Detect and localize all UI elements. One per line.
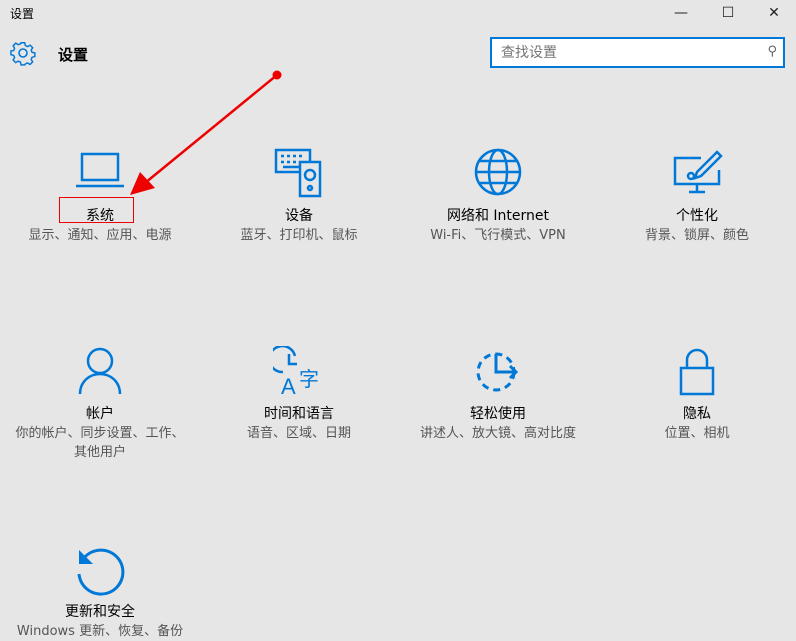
minimize-button[interactable]: — — [658, 0, 704, 26]
tile-network[interactable]: 网络和 Internet Wi-Fi、飞行模式、VPN — [398, 148, 598, 245]
tile-desc: 蓝牙、打印机、鼠标 — [240, 228, 358, 243]
tile-personalization[interactable]: 个性化 背景、锁屏、颜色 — [597, 148, 796, 245]
tile-name: 轻松使用 — [470, 406, 526, 422]
page-title: 设置 — [58, 46, 89, 64]
title-bar: 设置 — ☐ ✕ — [0, 0, 796, 26]
tile-name: 隐私 — [683, 406, 711, 422]
gear-icon — [10, 42, 36, 66]
tile-accounts[interactable]: 帐户 你的帐户、同步设置、工作、其他用户 — [0, 346, 200, 462]
laptop-icon — [76, 152, 124, 188]
tile-privacy[interactable]: 隐私 位置、相机 — [597, 346, 796, 443]
tile-ease-of-access[interactable]: 轻松使用 讲述人、放大镜、高对比度 — [398, 346, 598, 443]
tile-desc: 背景、锁屏、颜色 — [644, 228, 749, 243]
person-icon — [78, 347, 122, 395]
tile-name: 设备 — [285, 208, 313, 224]
search-icon[interactable]: ⚲ — [767, 44, 777, 59]
tile-desc: Windows 更新、恢复、备份 — [16, 624, 184, 639]
personalization-icon — [673, 150, 723, 194]
close-button[interactable]: ✕ — [751, 0, 796, 26]
svg-text:A: A — [281, 374, 296, 398]
ease-of-access-icon — [476, 352, 519, 392]
maximize-button[interactable]: ☐ — [705, 0, 751, 26]
tile-desc: 显示、通知、应用、电源 — [28, 228, 172, 243]
time-language-icon: A字 — [273, 346, 319, 398]
tile-devices[interactable]: 设备 蓝牙、打印机、鼠标 — [199, 148, 399, 245]
tile-desc: 位置、相机 — [664, 426, 730, 441]
tile-name: 更新和安全 — [65, 604, 135, 620]
search-box[interactable]: ⚲ — [490, 37, 785, 68]
search-input[interactable] — [492, 39, 752, 66]
tile-name: 网络和 Internet — [446, 208, 550, 224]
annotation-highlight-box — [59, 197, 134, 223]
devices-icon — [274, 148, 322, 198]
tile-time-language[interactable]: A字 时间和语言 语音、区域、日期 — [199, 346, 399, 443]
globe-icon — [474, 148, 522, 196]
tile-desc: 语音、区域、日期 — [246, 426, 351, 441]
tile-name: 个性化 — [676, 208, 718, 224]
tile-desc: Wi-Fi、飞行模式、VPN — [430, 228, 566, 243]
refresh-icon — [77, 548, 125, 596]
tile-desc: 你的帐户、同步设置、工作、其他用户 — [15, 426, 185, 460]
svg-text:字: 字 — [299, 367, 319, 391]
window-title: 设置 — [10, 7, 35, 21]
tile-desc: 讲述人、放大镜、高对比度 — [419, 426, 576, 441]
annotation-arrow-icon — [130, 70, 282, 195]
tile-name: 帐户 — [86, 406, 114, 422]
lock-icon — [679, 348, 715, 396]
tile-name: 时间和语言 — [264, 406, 334, 422]
tile-update-security[interactable]: 更新和安全 Windows 更新、恢复、备份 — [0, 544, 200, 641]
